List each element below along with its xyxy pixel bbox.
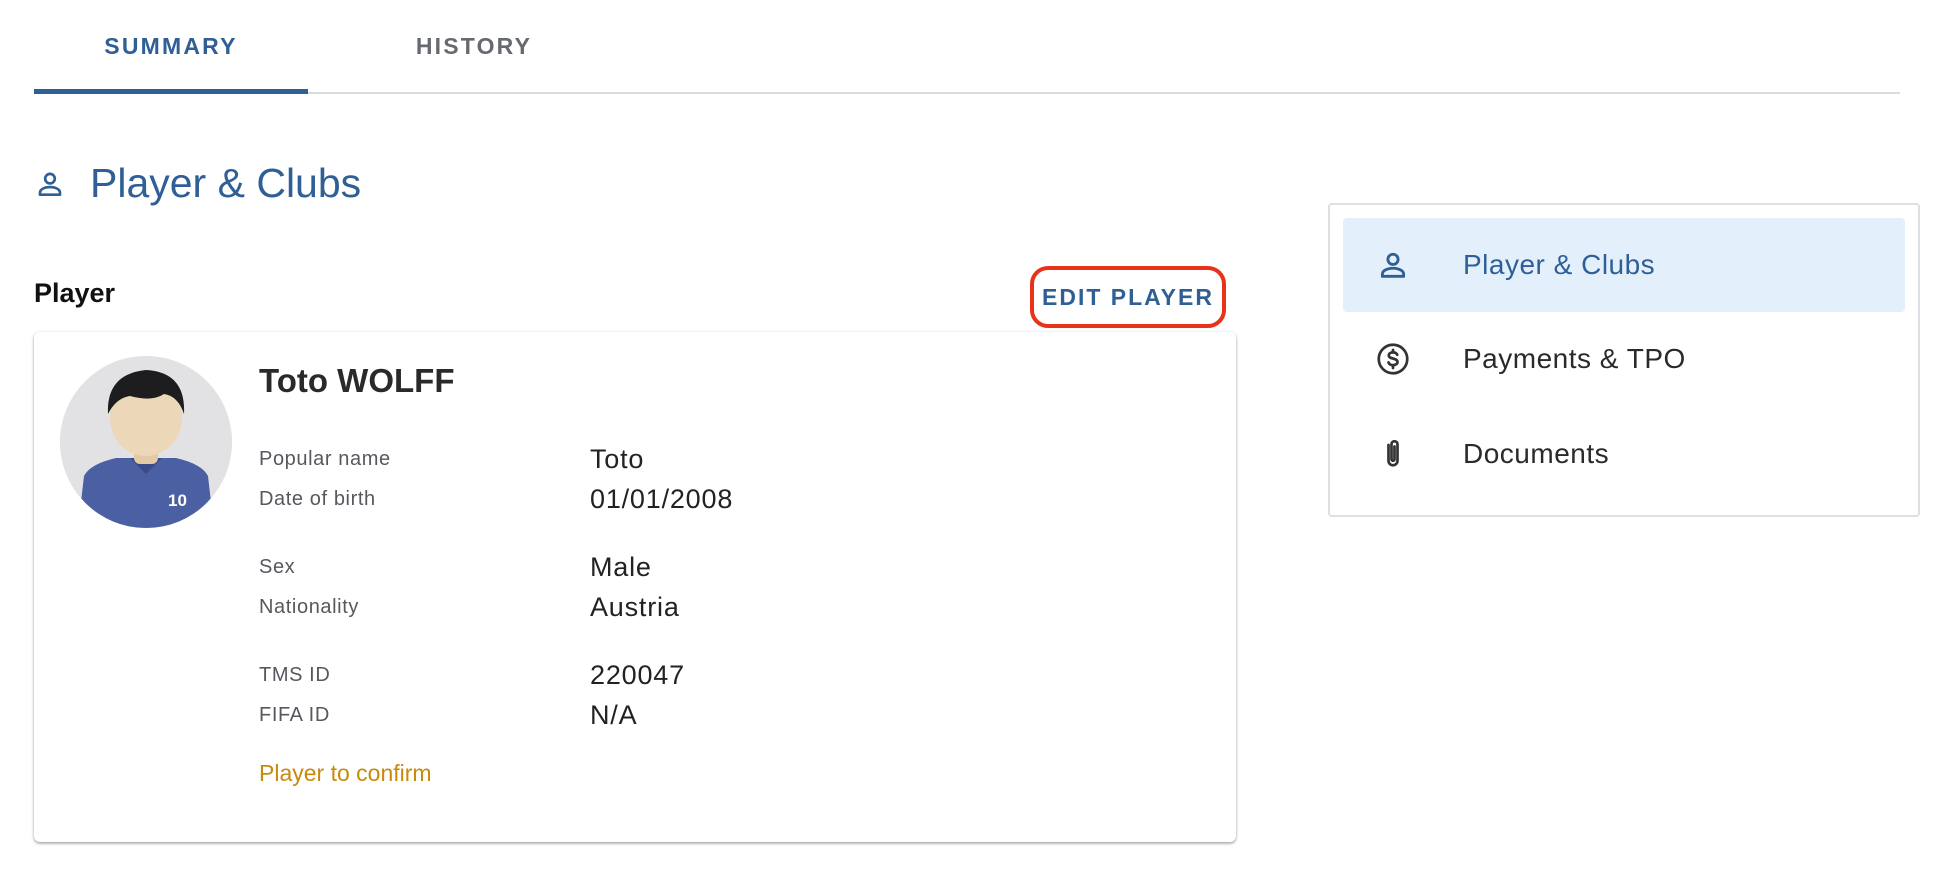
tab-summary-label: SUMMARY [104, 32, 238, 59]
field-value-date-of-birth: 01/01/2008 [590, 484, 734, 514]
section-navigation: Player & Clubs Payments & TPO Documents [1328, 203, 1920, 517]
section-heading: Player & Clubs [34, 160, 361, 207]
field-value-tms-id: 220047 [590, 660, 685, 690]
dollar-circle-icon [1375, 341, 1411, 377]
tab-history-label: HISTORY [415, 32, 533, 59]
nav-item-label: Payments & TPO [1463, 343, 1686, 374]
field-value-sex: Male [590, 552, 652, 582]
nav-item-documents[interactable]: Documents [1343, 407, 1905, 501]
tab-bar: SUMMARY HISTORY [34, 0, 1900, 94]
person-icon [34, 166, 70, 202]
field-value-fifa-id: N/A [590, 700, 638, 730]
player-status: Player to confirm [259, 760, 432, 786]
player-name: Toto WOLFF [259, 362, 455, 399]
field-label-date-of-birth: Date of birth [259, 488, 376, 510]
nav-item-label: Player & Clubs [1463, 249, 1656, 280]
field-label-tms-id: TMS ID [259, 664, 331, 686]
nav-item-player-clubs[interactable]: Player & Clubs [1343, 218, 1905, 312]
section-title: Player & Clubs [90, 160, 362, 206]
edit-player-button[interactable]: EDIT PLAYER [1030, 266, 1226, 328]
field-label-fifa-id: FIFA ID [259, 704, 330, 726]
player-section-label: Player [34, 278, 116, 308]
field-value-nationality: Austria [590, 592, 680, 622]
player-avatar: 10 [60, 356, 232, 528]
tab-summary[interactable]: SUMMARY [34, 0, 308, 94]
active-tab-indicator [34, 89, 308, 94]
nav-item-payments-tpo[interactable]: Payments & TPO [1343, 312, 1905, 406]
tab-history[interactable]: HISTORY [364, 0, 584, 92]
jersey-number: 10 [168, 491, 187, 510]
nav-item-label: Documents [1463, 438, 1610, 469]
field-label-nationality: Nationality [259, 596, 359, 618]
field-label-sex: Sex [259, 556, 296, 578]
paperclip-icon [1375, 436, 1411, 472]
player-card: 10 Toto WOLFF Popular name Toto Date of … [34, 332, 1236, 842]
field-value-popular-name: Toto [590, 444, 645, 474]
field-label-popular-name: Popular name [259, 448, 391, 470]
person-icon [1375, 247, 1411, 283]
